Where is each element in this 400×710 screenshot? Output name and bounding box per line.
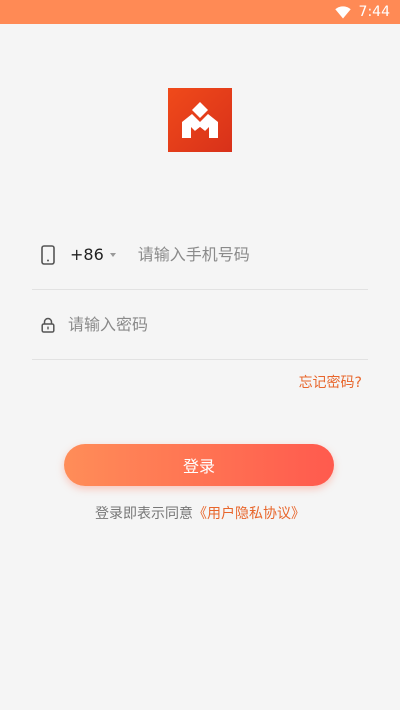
phone-icon <box>36 243 60 267</box>
status-bar: 7:44 <box>0 0 400 24</box>
phone-input[interactable] <box>137 245 358 264</box>
login-button[interactable]: 登录 <box>64 444 334 486</box>
app-logo <box>168 88 232 152</box>
agreement-prefix: 登录即表示同意 <box>95 506 193 522</box>
privacy-policy-link[interactable]: 《用户隐私协议》 <box>193 506 305 522</box>
country-code-label: +86 <box>70 245 104 264</box>
status-time: 7:44 <box>358 4 390 20</box>
login-screen: 7:44 +86 请输入手机号码 忘记密码? 登录 登录即表示同意《用户隐私协议… <box>0 0 400 710</box>
wifi-icon <box>334 5 351 19</box>
chevron-down-icon <box>109 252 116 257</box>
country-code-selector[interactable]: +86 <box>70 245 116 264</box>
agreement-text: 登录即表示同意《用户隐私协议》 <box>0 503 400 523</box>
phone-row: +86 <box>32 220 368 290</box>
password-row <box>32 290 368 360</box>
forgot-password-link[interactable]: 忘记密码? <box>299 372 362 392</box>
password-input[interactable] <box>68 315 348 334</box>
lock-icon <box>36 313 60 337</box>
